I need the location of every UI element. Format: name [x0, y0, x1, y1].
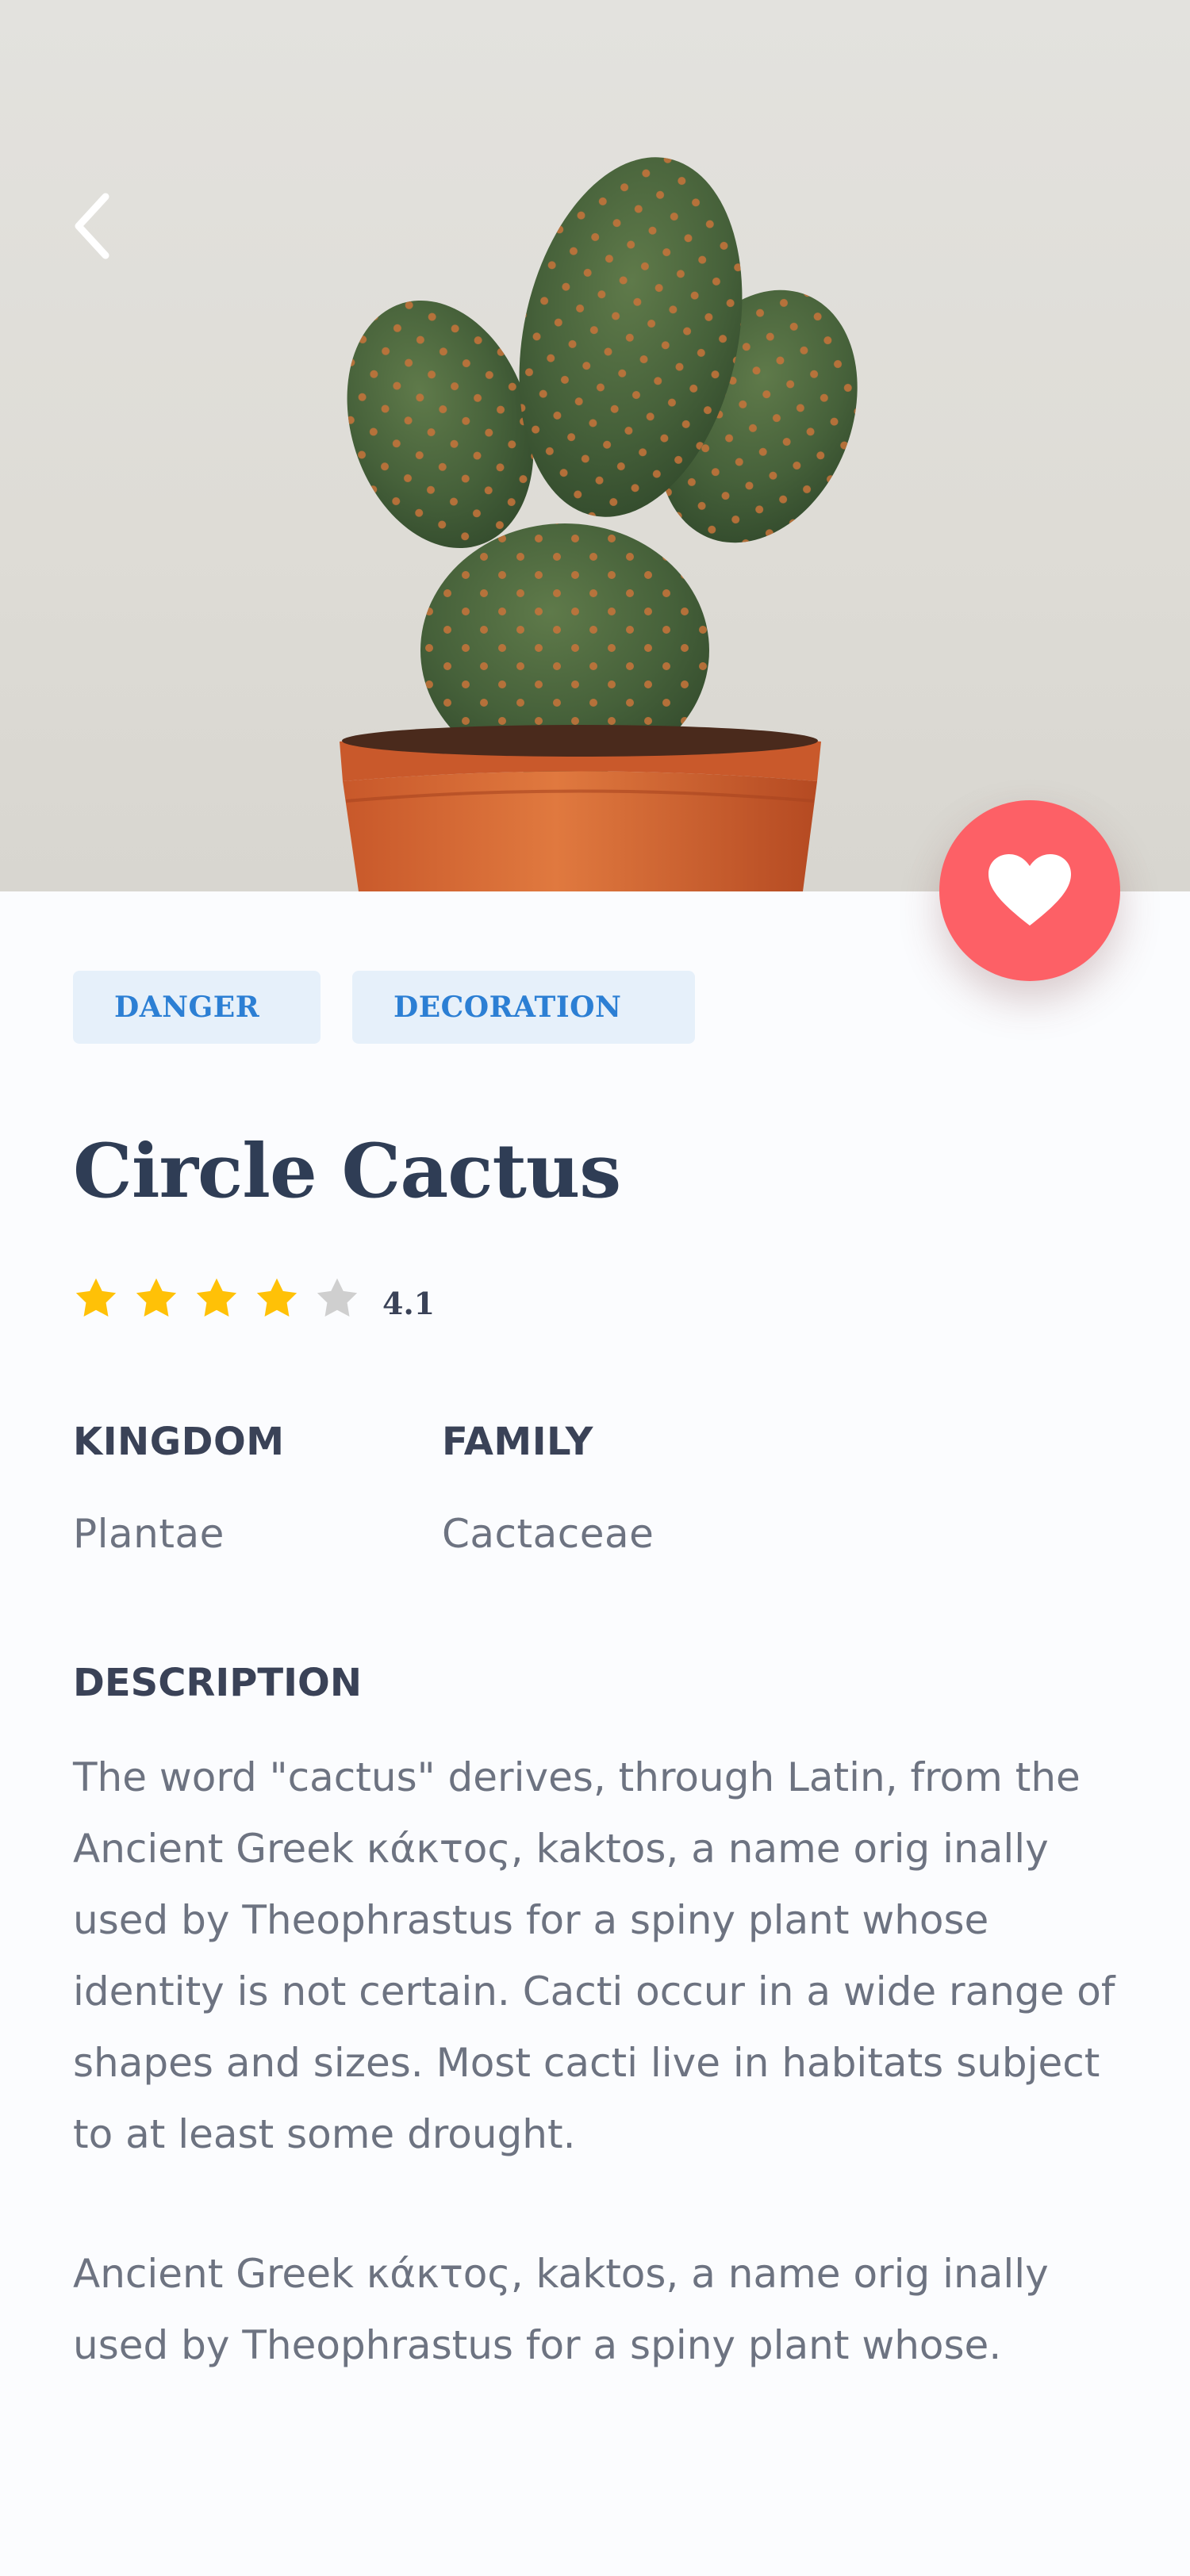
rating: 4.1 — [73, 1275, 435, 1321]
star-filled-icon — [75, 1278, 117, 1317]
heart-icon — [988, 854, 1071, 926]
star-filled-icon — [256, 1278, 298, 1317]
star-empty-icon — [317, 1278, 358, 1317]
family-label: FAMILY — [442, 1420, 593, 1464]
tag-list: DANGER DECORATION — [73, 971, 695, 1044]
star-filled-icon — [136, 1278, 177, 1317]
kingdom-label: KINGDOM — [73, 1420, 285, 1464]
description-label: DESCRIPTION — [73, 1661, 363, 1705]
description-paragraph: Ancient Greek κάκτος, kaktos, a name ori… — [73, 2251, 1049, 2368]
rating-value: 4.1 — [382, 1285, 436, 1321]
description-paragraph: The word "cactus" derives, through Latin… — [73, 1754, 1115, 2157]
tag-danger[interactable]: DANGER — [73, 971, 321, 1044]
cactus-illustration — [340, 157, 858, 891]
tag-decoration[interactable]: DECORATION — [352, 971, 695, 1044]
chevron-left-icon — [75, 193, 109, 259]
back-button[interactable] — [56, 182, 127, 270]
plant-title: Circle Cactus — [73, 1128, 621, 1215]
family-value: Cactaceae — [442, 1511, 654, 1557]
kingdom-value: Plantae — [73, 1511, 225, 1557]
star-filled-icon — [196, 1278, 237, 1317]
favorite-button[interactable] — [939, 800, 1120, 981]
plant-hero-image — [0, 0, 1190, 891]
star-rating — [73, 1275, 360, 1321]
